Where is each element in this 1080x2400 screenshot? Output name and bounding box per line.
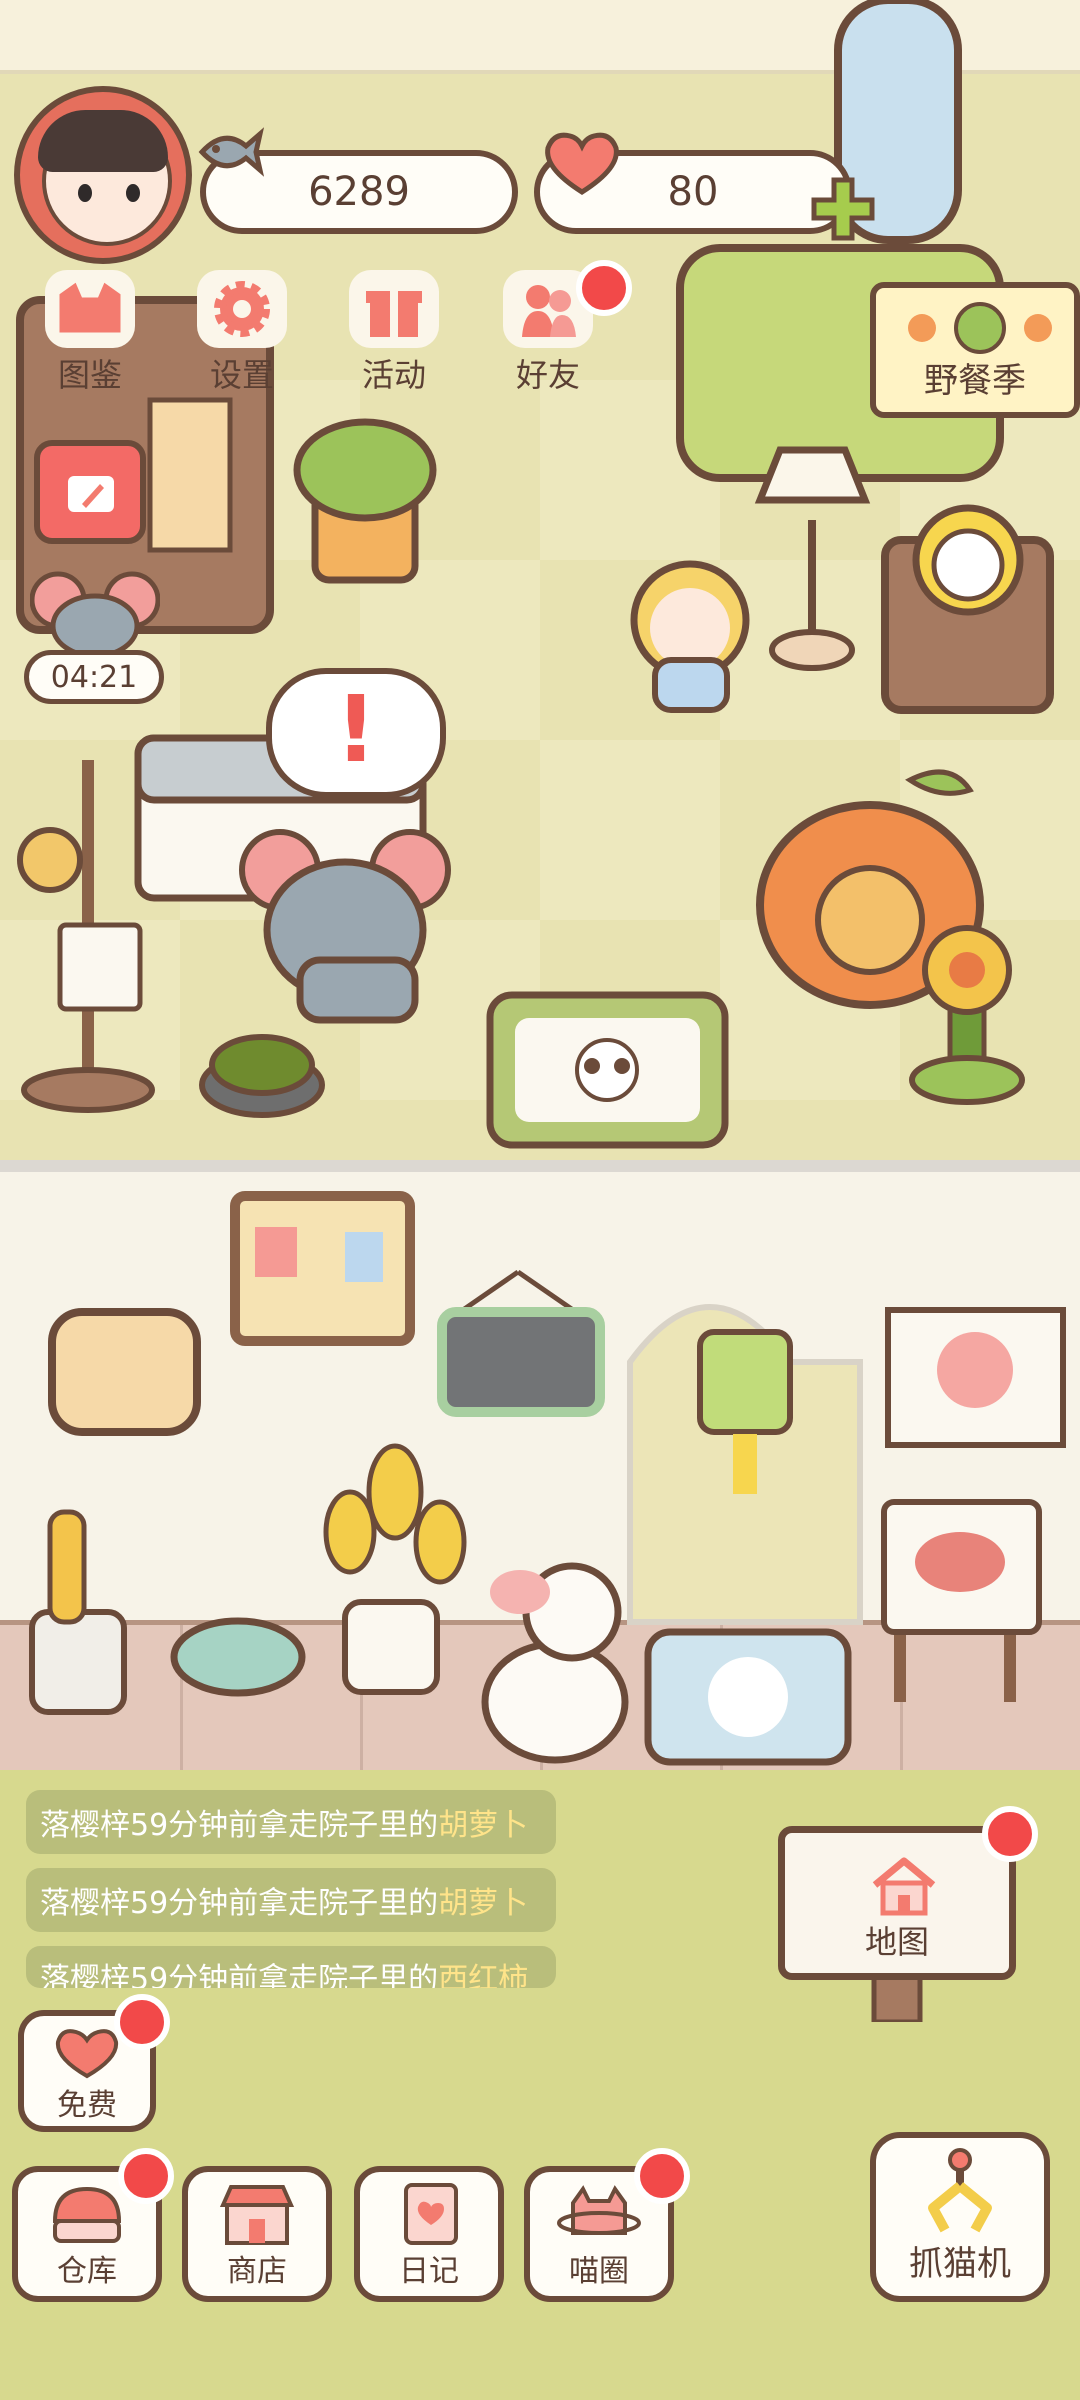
storage-label: 仓库 xyxy=(57,2254,117,2289)
activity-feed-item: 落樱梓 59分钟前拿走院子里的 胡萝卜 xyxy=(26,1790,556,1854)
broom-bucket xyxy=(29,1609,127,1715)
player-avatar[interactable] xyxy=(14,86,192,264)
stool xyxy=(170,1617,306,1697)
feed-text: 59分钟前拿走院子里的 xyxy=(130,1962,439,1988)
heart-count: 80 xyxy=(667,169,719,215)
alert-exclamation: ! xyxy=(335,676,377,783)
cat-planet-icon xyxy=(557,2180,641,2248)
gift-icon xyxy=(349,270,439,348)
picnic-season-sign[interactable]: 野餐季 xyxy=(870,282,1080,418)
cat-bed xyxy=(209,1034,315,1096)
claw-icon xyxy=(910,2146,1010,2238)
free-label: 免费 xyxy=(57,2088,117,2123)
feed-player-name: 落樱梓 xyxy=(40,1886,130,1921)
gear-icon xyxy=(197,270,287,348)
chalkboard xyxy=(437,1307,605,1417)
activity-feed-item: 落樱梓 59分钟前拿走院子里的 西红柿 xyxy=(26,1946,556,1988)
picnic-season-label: 野餐季 xyxy=(924,361,1026,401)
feed-text: 59分钟前拿走院子里的 xyxy=(130,1808,439,1843)
pencil-icon xyxy=(68,476,114,512)
feed-player-name: 落樱梓 xyxy=(40,1808,130,1843)
menu-events-label: 活动 xyxy=(361,356,426,394)
cat-book-icon xyxy=(45,270,135,348)
shop-icon xyxy=(215,2180,299,2248)
cat-circle-label: 喵圈 xyxy=(569,2254,629,2289)
rat-visitor-icon[interactable] xyxy=(30,570,160,656)
menu-settings-button[interactable]: 设置 xyxy=(182,270,302,400)
free-notification-badge xyxy=(114,1994,170,2050)
feed-item-name: 胡萝卜 xyxy=(438,1886,529,1921)
feed-item-name: 胡萝卜 xyxy=(438,1808,529,1843)
menu-collection-button[interactable]: 图鉴 xyxy=(30,270,150,400)
hanging-charm xyxy=(697,1329,793,1435)
shop-label: 商店 xyxy=(227,2254,287,2289)
storage-notification-badge xyxy=(118,2148,174,2204)
diary-icon xyxy=(387,2180,471,2248)
map-button[interactable]: 地图 xyxy=(778,1826,1016,1980)
alert-speech-bubble[interactable]: ! xyxy=(266,668,446,798)
activity-feed-item: 落樱梓 59分钟前拿走院子里的 胡萝卜 xyxy=(26,1868,556,1932)
feed-player-name: 落樱梓 xyxy=(40,1962,130,1988)
tulip-vase xyxy=(342,1599,440,1695)
avatar-eye xyxy=(78,184,92,202)
unicorn-plush xyxy=(481,1640,629,1764)
calendar-edit-button[interactable] xyxy=(34,440,146,544)
claw-machine-label: 抓猫机 xyxy=(909,2244,1011,2284)
storage-icon xyxy=(45,2180,129,2248)
avatar-hair xyxy=(38,110,168,172)
diary-button[interactable]: 日记 xyxy=(354,2166,504,2302)
shop-button[interactable]: 商店 xyxy=(182,2166,332,2302)
fish-icon xyxy=(198,127,264,177)
fish-count: 6289 xyxy=(308,169,410,215)
friends-notification-badge xyxy=(576,260,632,316)
apple-icon xyxy=(908,302,1052,354)
menu-friends-label: 好友 xyxy=(515,356,580,394)
menu-events-button[interactable]: 活动 xyxy=(334,270,454,400)
feed-text: 59分钟前拿走院子里的 xyxy=(130,1886,439,1921)
timer-value: 04:21 xyxy=(50,659,138,695)
frog-plant xyxy=(293,418,437,522)
room-furniture xyxy=(29,1191,1066,1766)
avatar-eye xyxy=(126,184,140,202)
map-notification-badge xyxy=(982,1806,1038,1862)
cat-circle-notification-badge xyxy=(634,2148,690,2204)
add-hearts-button[interactable] xyxy=(810,176,876,242)
menu-settings-label: 设置 xyxy=(209,356,274,394)
map-label: 地图 xyxy=(864,1923,929,1961)
visitor-timer: 04:21 xyxy=(24,650,164,704)
menu-collection-label: 图鉴 xyxy=(57,356,122,394)
heart-icon xyxy=(545,132,619,195)
window xyxy=(48,1308,201,1436)
diary-label: 日记 xyxy=(399,2254,459,2289)
claw-machine-button[interactable]: 抓猫机 xyxy=(870,2132,1050,2302)
floor-lamp xyxy=(754,446,871,504)
house-icon xyxy=(872,1857,936,1916)
feed-item-name: 西红柿 xyxy=(438,1962,529,1988)
